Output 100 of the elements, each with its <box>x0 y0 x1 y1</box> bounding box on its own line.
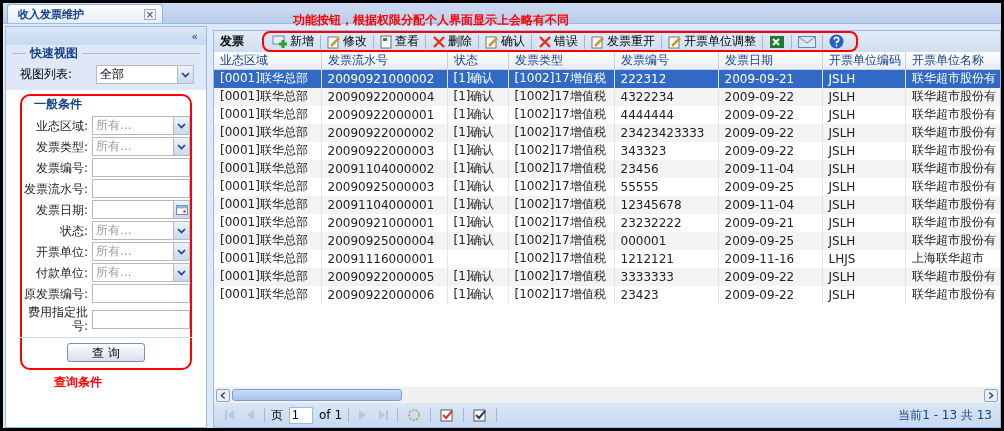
column-header[interactable]: 开票单位编码 <box>822 52 905 70</box>
table-cell: 2009-09-25 <box>718 177 822 196</box>
column-header[interactable]: 业态区域 <box>214 52 321 70</box>
page-input[interactable]: 1 <box>289 406 313 424</box>
table-cell: [1]确认 <box>447 123 508 142</box>
panel-tab[interactable]: 收入发票维护 × <box>7 4 163 23</box>
view-button[interactable]: 查看 <box>376 32 423 51</box>
add-icon <box>272 34 288 49</box>
column-header[interactable]: 状态 <box>447 52 508 70</box>
input-field[interactable] <box>92 284 190 303</box>
dropdown-field[interactable]: 全部 <box>96 65 194 84</box>
table-cell: [0001]联华总部 <box>214 159 321 178</box>
delete-button[interactable]: 删除 <box>428 32 476 51</box>
delete-button[interactable]: 错误 <box>534 32 582 51</box>
tab-close-button[interactable]: × <box>144 8 156 20</box>
edit-button[interactable]: 修改 <box>323 32 371 51</box>
input-field[interactable] <box>92 309 190 329</box>
horizontal-scrollbar[interactable] <box>214 387 1000 403</box>
column-header[interactable]: 开票单位名称 <box>905 52 1000 70</box>
table-cell: 222312 <box>614 69 718 88</box>
checklist-icon <box>473 408 487 422</box>
table-cell: [0001]联华总部 <box>214 285 321 304</box>
previous-icon <box>246 410 255 420</box>
table-cell: [0001]联华总部 <box>214 141 321 160</box>
table-cell: JSLH <box>822 105 905 124</box>
table-cell: [1002]17增值税 <box>508 123 614 142</box>
document-icon <box>380 34 393 49</box>
table-cell: 2009-09-22 <box>718 123 822 142</box>
table-cell: 2009-09-22 <box>718 141 822 160</box>
annotation-text: 功能按钮，根据权限分配个人界面显示上会略有不同 <box>293 12 569 29</box>
table-cell: 联华超市股份有 <box>905 69 1000 88</box>
close-icon <box>432 34 446 49</box>
table-cell: 23423 <box>614 285 718 304</box>
spreadsheet-icon <box>769 34 785 49</box>
scroll-right-icon[interactable] <box>984 388 998 402</box>
table-cell: 上海联华超市 <box>905 249 1000 268</box>
table-cell: 20090922000003 <box>321 141 447 160</box>
input-field[interactable] <box>92 179 190 198</box>
table-cell: [1]确认 <box>447 159 508 178</box>
table-cell: 2009-11-04 <box>718 195 822 214</box>
table-cell: 2009-11-16 <box>718 249 822 268</box>
table-cell: JSLH <box>822 159 905 178</box>
annotation-text: 查询条件 <box>54 374 103 391</box>
table-cell: 12345678 <box>614 195 718 214</box>
column-header[interactable]: 发票类型 <box>508 52 614 70</box>
table-cell: 20090922000001 <box>321 105 447 124</box>
table-cell: [1]确认 <box>447 195 508 214</box>
table-cell: JSLH <box>822 141 905 160</box>
edit-button[interactable]: 发票重开 <box>587 32 659 51</box>
table-cell: [1]确认 <box>447 105 508 124</box>
collapse-button[interactable]: « <box>191 29 198 43</box>
edit-button[interactable]: 开票单位调整 <box>664 32 760 51</box>
date-field[interactable] <box>92 200 190 219</box>
caret-icon <box>181 71 190 78</box>
field-label: 原发票编号: <box>22 286 88 301</box>
table-cell: 2009-09-21 <box>718 213 822 232</box>
table-cell: 20090925000004 <box>321 231 447 250</box>
table-cell: [1002]17增值税 <box>508 141 614 160</box>
field-label: 业态区域: <box>34 118 88 133</box>
table-cell: [1002]17增值税 <box>508 69 614 88</box>
add-button[interactable]: 新增 <box>268 32 318 51</box>
field-label: 发票流水号: <box>22 181 88 196</box>
table-cell: [1002]17增值税 <box>508 249 614 268</box>
table-cell: 4322234 <box>614 87 718 106</box>
column-header[interactable]: 发票编号 <box>614 52 718 70</box>
calendar-icon <box>175 204 188 215</box>
table-cell: 联华超市股份有 <box>905 267 1000 286</box>
table-cell: 1212121 <box>614 249 718 268</box>
last-page-icon <box>379 410 388 420</box>
edit-button[interactable]: 确认 <box>481 32 529 51</box>
table-cell: [1]确认 <box>447 177 508 196</box>
table-cell: JSLH <box>822 213 905 232</box>
field-label: 发票日期: <box>34 202 88 217</box>
table-cell: [0001]联华总部 <box>214 249 321 268</box>
field-label: 开票单位: <box>34 244 88 259</box>
table-cell: [1]确认 <box>447 285 508 304</box>
table-cell: 联华超市股份有 <box>905 87 1000 106</box>
table-cell: 20090922000005 <box>321 267 447 286</box>
caret-icon <box>177 227 186 234</box>
table-cell: 联华超市股份有 <box>905 177 1000 196</box>
table-cell: [1002]17增值税 <box>508 285 614 304</box>
table-cell: [1002]17增值税 <box>508 231 614 250</box>
query-button[interactable]: 查 询 <box>67 343 145 362</box>
table-cell: 20091104000001 <box>321 195 447 214</box>
table-cell: 联华超市股份有 <box>905 123 1000 142</box>
table-cell: [0001]联华总部 <box>214 195 321 214</box>
field-label: 费用指定批号: <box>27 305 88 333</box>
first-page-icon <box>225 410 234 420</box>
table-cell: [1]确认 <box>447 231 508 250</box>
table-cell: [0001]联华总部 <box>214 267 321 286</box>
table-cell: [0001]联华总部 <box>214 213 321 232</box>
input-field[interactable] <box>92 158 190 177</box>
page-count: of 1 <box>319 408 342 422</box>
table-cell: JSLH <box>822 285 905 304</box>
table-cell: 联华超市股份有 <box>905 231 1000 250</box>
column-header[interactable]: 发票日期 <box>718 52 822 70</box>
scroll-left-icon[interactable] <box>216 388 230 402</box>
field-label: 发票编号: <box>34 160 88 175</box>
column-header[interactable]: 发票流水号 <box>321 52 447 70</box>
table-cell: 联华超市股份有 <box>905 141 1000 160</box>
